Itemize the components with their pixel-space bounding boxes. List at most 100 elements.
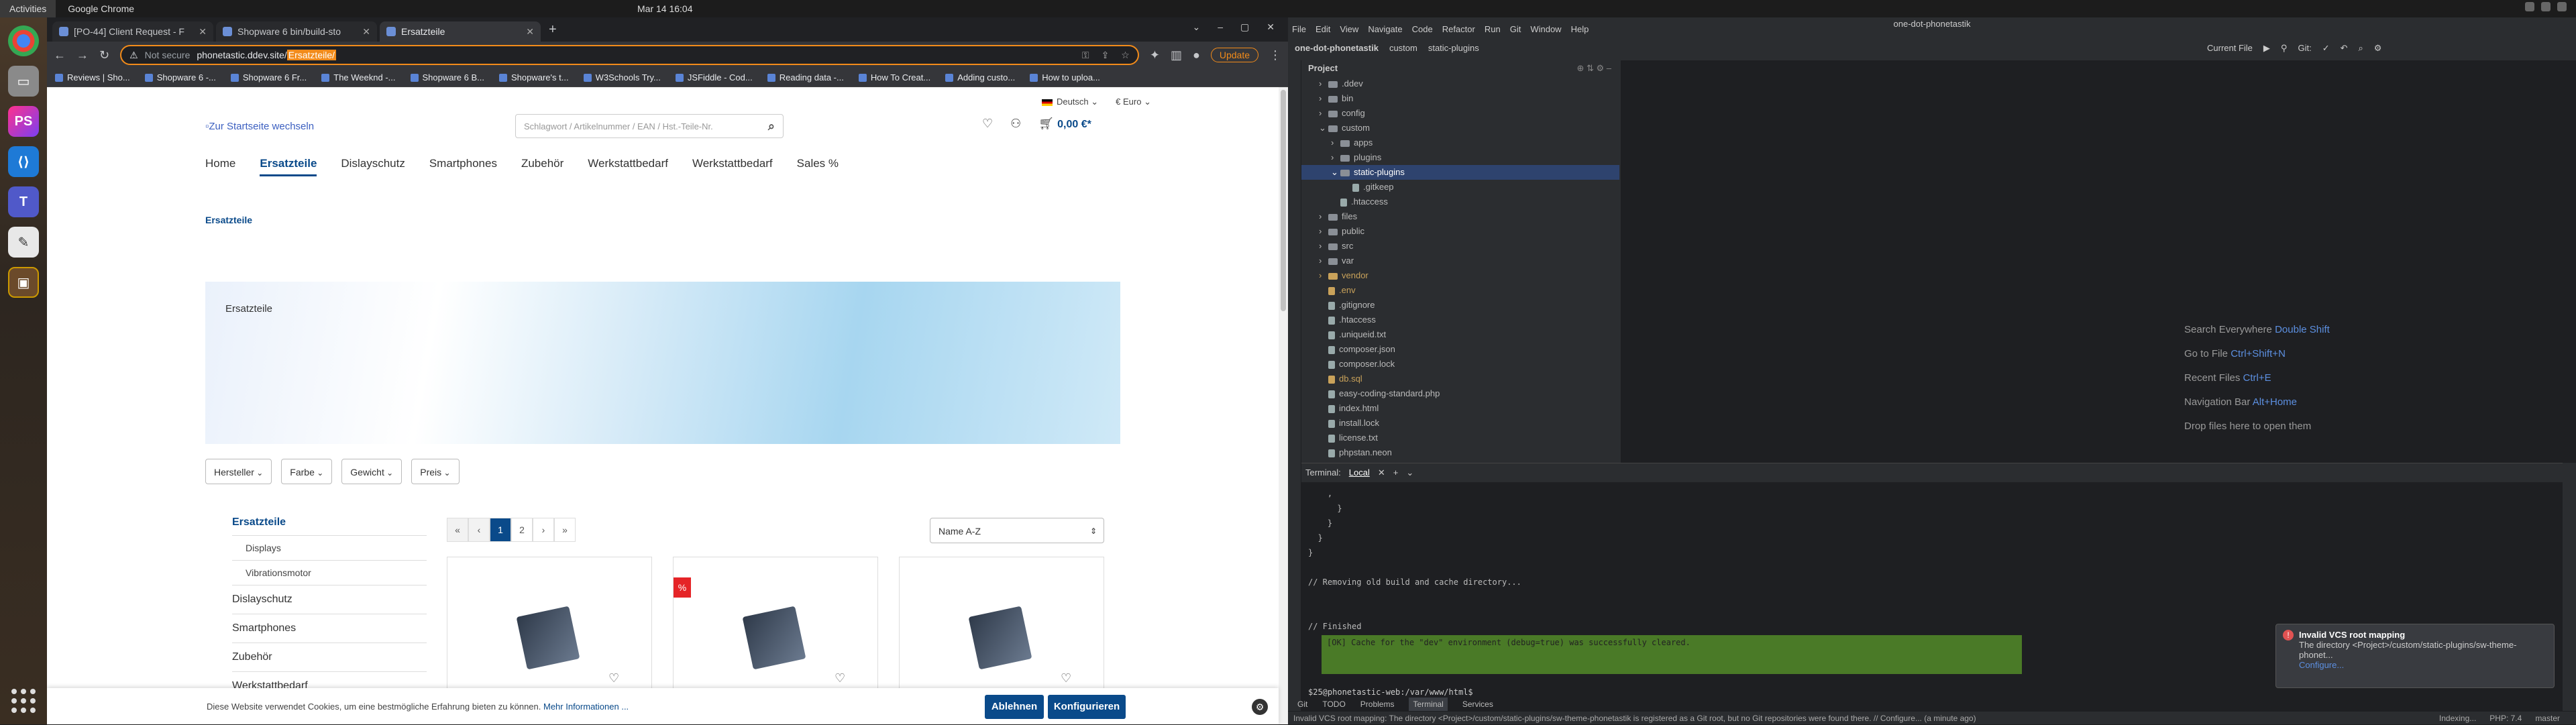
menu-navigate[interactable]: Navigate bbox=[1368, 24, 1402, 34]
new-tab-icon[interactable]: + bbox=[549, 22, 557, 38]
tree-item[interactable]: easy-coding-standard.php bbox=[1301, 386, 1619, 401]
page-prev[interactable]: ‹ bbox=[468, 518, 490, 542]
wishlist-heart-icon[interactable]: ♡ bbox=[1061, 671, 1071, 685]
bookmark[interactable]: Shopware 6 Fr... bbox=[231, 72, 307, 82]
gear-icon[interactable]: ⚙ bbox=[2374, 43, 2382, 54]
php-version[interactable]: PHP: 7.4 bbox=[2489, 712, 2522, 725]
cookie-reject-button[interactable]: Ablehnen bbox=[985, 695, 1044, 719]
bookmark[interactable]: W3Schools Try... bbox=[584, 72, 661, 82]
tree-item[interactable]: license.txt bbox=[1301, 431, 1619, 445]
bookmark[interactable]: Reviews | Sho... bbox=[55, 72, 130, 82]
show-apps-icon[interactable] bbox=[8, 685, 39, 716]
tree-item[interactable]: .htaccess bbox=[1301, 194, 1619, 209]
tool-todo[interactable]: TODO bbox=[1322, 698, 1345, 711]
tree-item[interactable]: › src bbox=[1301, 239, 1619, 254]
menu-window[interactable]: Window bbox=[1530, 24, 1561, 34]
system-tray[interactable] bbox=[2525, 2, 2567, 11]
bookmark[interactable]: Adding custo... bbox=[945, 72, 1015, 82]
minimize-icon[interactable]: – bbox=[1218, 21, 1223, 33]
tree-item[interactable]: › var bbox=[1301, 254, 1619, 268]
bookmark[interactable]: JSFiddle - Cod... bbox=[676, 72, 753, 82]
language-switcher[interactable]: Deutsch ⌄ bbox=[1041, 97, 1098, 107]
tool-terminal[interactable]: Terminal bbox=[1409, 698, 1448, 711]
close-icon[interactable]: ✕ bbox=[199, 26, 207, 38]
tool-problems[interactable]: Problems bbox=[1360, 698, 1395, 711]
terminal-prompt[interactable]: $25@phonetastic-web:/var/www/html$ bbox=[1308, 687, 1473, 697]
sidebar-item-ersatzteile[interactable]: Ersatzteile bbox=[232, 516, 427, 536]
wishlist-icon[interactable]: ♡ bbox=[982, 117, 993, 131]
notification-configure-link[interactable]: Configure... bbox=[2299, 660, 2344, 670]
activities-button[interactable]: Activities bbox=[0, 0, 56, 17]
bookmark[interactable]: How To Creat... bbox=[859, 72, 930, 82]
tree-item[interactable]: › public bbox=[1301, 224, 1619, 239]
bookmark[interactable]: Shopware 6 B... bbox=[411, 72, 485, 82]
menu-git[interactable]: Git bbox=[1510, 24, 1521, 34]
vcs-notification[interactable]: Invalid VCS root mapping The directory <… bbox=[2275, 624, 2555, 688]
tree-item[interactable]: db.sql bbox=[1301, 372, 1619, 386]
search-icon[interactable]: ⌕ bbox=[2359, 43, 2363, 54]
tree-item[interactable]: ⌄ custom bbox=[1301, 121, 1619, 135]
nav-zubehoer[interactable]: Zubehör bbox=[521, 157, 564, 176]
nav-home[interactable]: Home bbox=[205, 157, 235, 176]
chevron-down-icon[interactable]: ⌄ bbox=[1406, 463, 1413, 482]
sidebar-item-displays[interactable]: Displays bbox=[232, 536, 427, 561]
menu-help[interactable]: Help bbox=[1571, 24, 1589, 34]
menu-view[interactable]: View bbox=[1340, 24, 1358, 34]
bookmark[interactable]: The Weeknd -... bbox=[321, 72, 395, 82]
filter-farbe[interactable]: Farbe bbox=[281, 459, 333, 484]
share-icon[interactable]: ⇪ bbox=[1102, 50, 1110, 61]
sidebar-item-smartphones[interactable]: Smartphones bbox=[232, 614, 427, 643]
text-editor-icon[interactable]: ✎ bbox=[8, 227, 39, 258]
cookie-settings-icon[interactable]: ⚙ bbox=[1252, 699, 1268, 715]
cookie-more-link[interactable]: Mehr Informationen ... bbox=[543, 702, 629, 712]
run-icon[interactable]: ▶ bbox=[2263, 43, 2270, 54]
close-icon[interactable]: ✕ bbox=[526, 26, 534, 38]
profile-avatar[interactable]: ● bbox=[1193, 48, 1200, 62]
shop-logo[interactable]: ▫Zur Startseite wechseln bbox=[205, 121, 314, 132]
menu-edit[interactable]: Edit bbox=[1316, 24, 1330, 34]
cookie-configure-button[interactable]: Konfigurieren bbox=[1048, 695, 1126, 719]
search-input[interactable]: Schlagwort / Artikelnummer / EAN / Hst.-… bbox=[515, 114, 784, 138]
indexing-status[interactable]: Indexing... bbox=[2439, 712, 2476, 725]
nav-smartphones[interactable]: Smartphones bbox=[429, 157, 497, 176]
current-file-selector[interactable]: Current File bbox=[2207, 43, 2253, 54]
page-first[interactable]: « bbox=[447, 518, 468, 542]
crumb-custom[interactable]: custom bbox=[1389, 43, 1417, 53]
nav-werkstattbedarf-2[interactable]: Werkstattbedarf bbox=[692, 157, 773, 176]
git-update-icon[interactable]: ✓ bbox=[2322, 43, 2330, 54]
tool-git[interactable]: Git bbox=[1297, 698, 1307, 711]
nav-dislayschutz[interactable]: Dislayschutz bbox=[341, 157, 405, 176]
page-next[interactable]: › bbox=[533, 518, 554, 542]
account-icon[interactable]: ⚇ bbox=[1010, 117, 1021, 131]
tree-item[interactable]: ⌄ static-plugins bbox=[1301, 165, 1619, 180]
tree-item[interactable]: › files bbox=[1301, 209, 1619, 224]
add-terminal-icon[interactable]: + bbox=[1393, 463, 1399, 482]
breadcrumb[interactable]: Ersatzteile bbox=[205, 215, 252, 225]
tree-item[interactable]: install.lock bbox=[1301, 416, 1619, 431]
filter-preis[interactable]: Preis bbox=[411, 459, 460, 484]
extensions-icon[interactable]: ✦ bbox=[1150, 48, 1160, 62]
page-1[interactable]: 1 bbox=[490, 518, 511, 542]
menu-refactor[interactable]: Refactor bbox=[1442, 24, 1475, 34]
reload-icon[interactable]: ↻ bbox=[99, 48, 109, 62]
close-icon[interactable]: ✕ bbox=[1378, 463, 1385, 482]
sidebar-item-dislayschutz[interactable]: Dislayschutz bbox=[232, 585, 427, 614]
wishlist-heart-icon[interactable]: ♡ bbox=[835, 671, 845, 685]
project-panel-actions[interactable]: ⊕ ⇅ ⚙ – bbox=[1576, 60, 1611, 76]
menu-run[interactable]: Run bbox=[1485, 24, 1501, 34]
sidebar-item-zubehoer[interactable]: Zubehör bbox=[232, 643, 427, 672]
tree-item[interactable]: › apps bbox=[1301, 135, 1619, 150]
tool-services[interactable]: Services bbox=[1462, 698, 1493, 711]
page-scrollbar[interactable] bbox=[1279, 87, 1288, 724]
tree-item[interactable]: index.html bbox=[1301, 401, 1619, 416]
sidepanel-icon[interactable]: ▥ bbox=[1171, 48, 1182, 62]
page-2[interactable]: 2 bbox=[511, 518, 533, 542]
page-last[interactable]: » bbox=[554, 518, 576, 542]
omnibox[interactable]: ⚠ Not secure phonetastic.ddev.site/Ersat… bbox=[120, 45, 1139, 65]
bookmark[interactable]: Shopware 6 -... bbox=[145, 72, 216, 82]
crumb-static-plugins[interactable]: static-plugins bbox=[1428, 43, 1479, 53]
bookmark[interactable]: Shopware's t... bbox=[499, 72, 569, 82]
forward-icon[interactable]: → bbox=[76, 48, 89, 62]
phpstorm-icon[interactable]: PS bbox=[8, 106, 39, 137]
tree-item[interactable]: › .ddev bbox=[1301, 76, 1619, 91]
